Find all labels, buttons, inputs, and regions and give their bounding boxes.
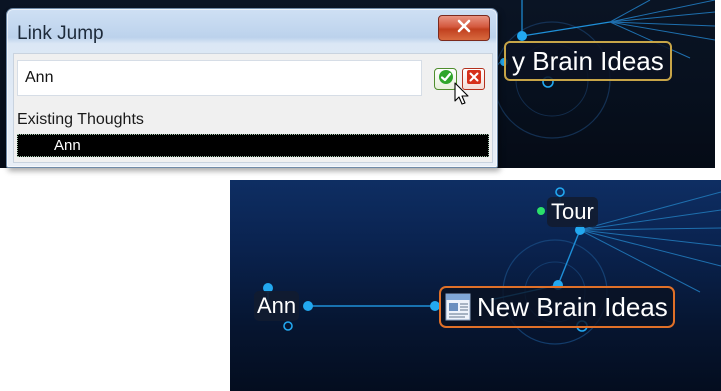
search-input[interactable] [17, 60, 422, 96]
screenshot-root: y Brain Ideas Tour Ann New Brain Ideas L… [0, 0, 721, 391]
thought-active-top[interactable]: y Brain Ideas [504, 41, 672, 81]
thought-active-label: New Brain Ideas [477, 292, 668, 322]
note-document-icon [445, 292, 473, 322]
close-icon [456, 19, 472, 38]
mouse-pointer-icon [454, 82, 470, 111]
thought-ann-label: Ann [257, 293, 297, 318]
thought-active-top-label: y Brain Ideas [512, 46, 664, 76]
list-item[interactable]: Ann [54, 137, 81, 154]
link-jump-dialog: Link Jump Ann Existing Thoughts Ann [6, 8, 498, 168]
close-button[interactable] [438, 15, 490, 41]
thought-active[interactable]: New Brain Ideas [439, 286, 675, 328]
dialog-body: Existing Thoughts Ann [13, 53, 493, 163]
existing-thoughts-label: Existing Thoughts [17, 111, 144, 128]
checkmark-icon [438, 69, 454, 90]
thought-ann[interactable]: Ann [254, 291, 300, 321]
existing-thoughts-list[interactable]: Ann [17, 134, 489, 157]
dialog-title: Link Jump [17, 23, 104, 44]
thought-tour[interactable]: Tour [547, 197, 598, 227]
thought-tour-label: Tour [551, 199, 594, 224]
brain-canvas-bottom[interactable]: Tour Ann New Brain Ideas [230, 180, 721, 391]
